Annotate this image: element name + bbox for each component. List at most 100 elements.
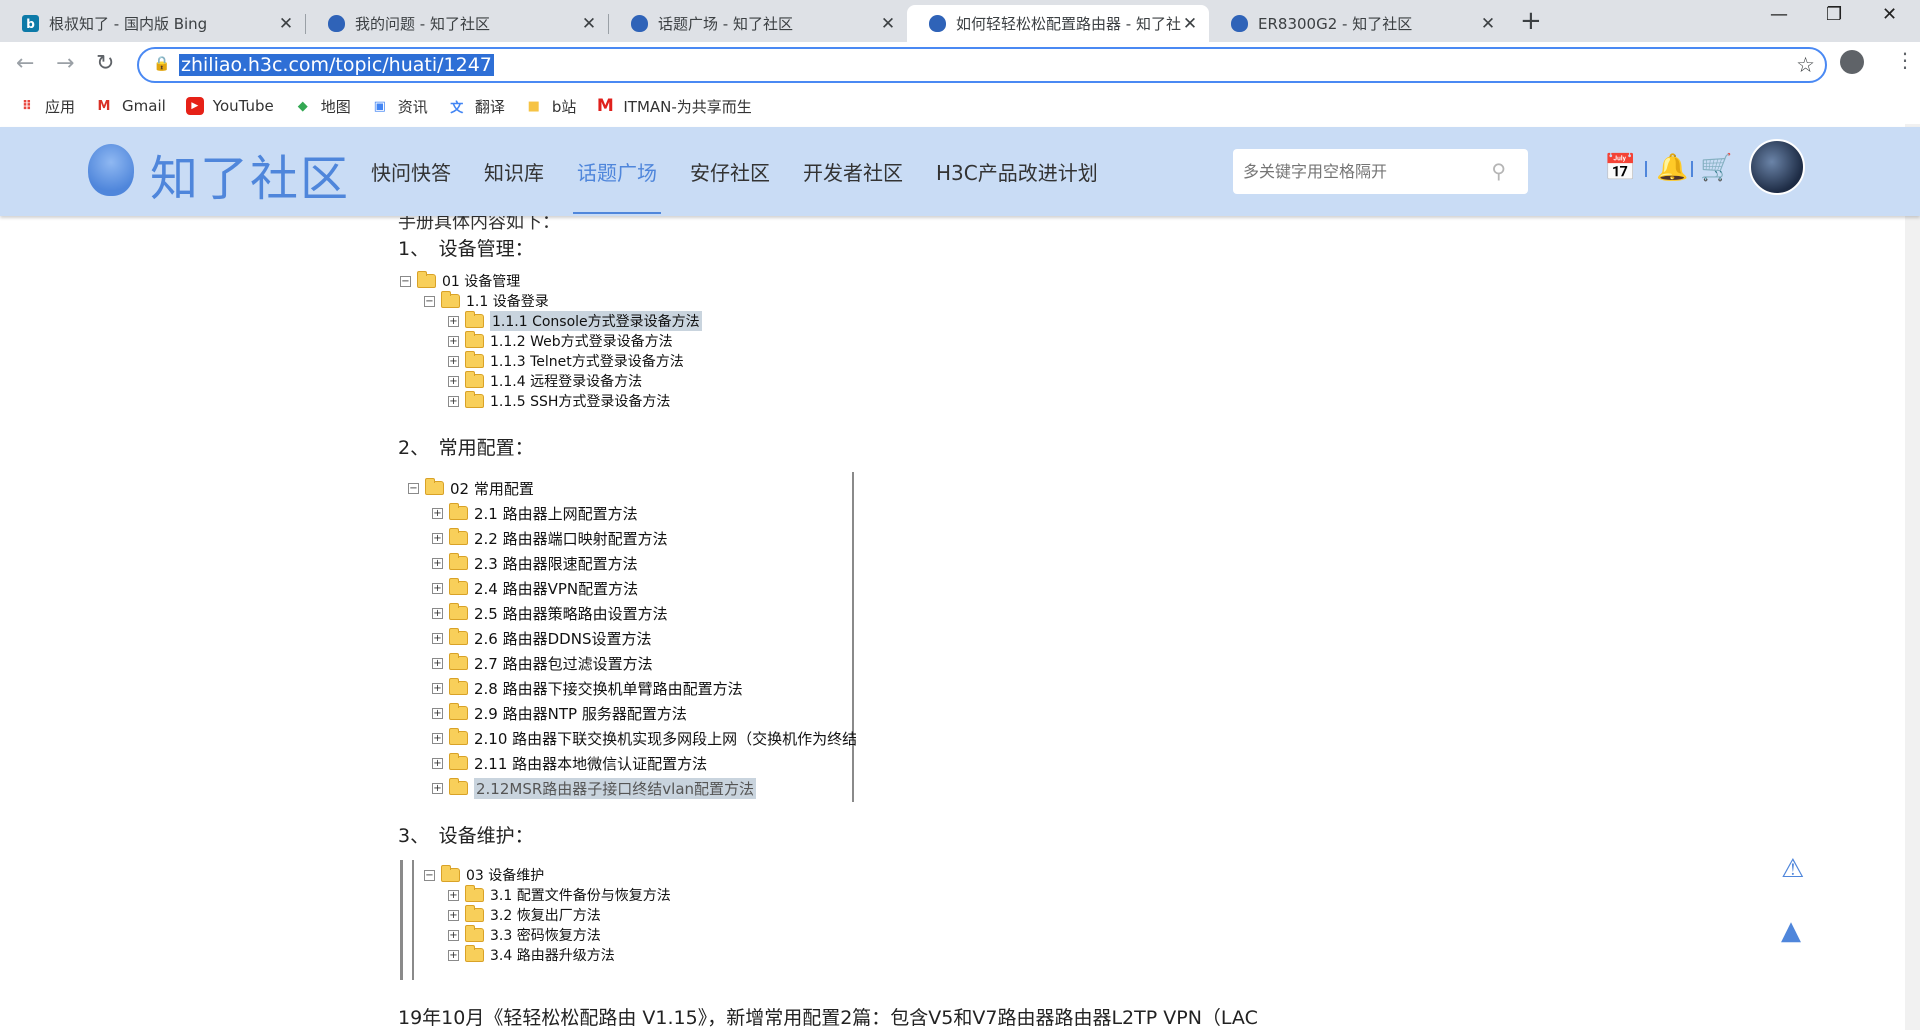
translate-icon: 文 [450, 100, 464, 116]
maps-icon: ◆ [297, 98, 308, 114]
calendar-check-icon[interactable]: 📅 [1604, 153, 1636, 183]
close-tab-icon[interactable]: ✕ [580, 14, 598, 34]
expand-icon: + [432, 582, 443, 594]
bookmark-label: 翻译 [474, 97, 505, 116]
tree-node: 2.6 路由器DDNS设置方法 [474, 629, 652, 648]
folder-icon [449, 603, 468, 620]
bookmark-itman[interactable]: M ITMAN-为共享而生 [596, 96, 752, 117]
expand-icon: + [448, 375, 459, 387]
user-avatar[interactable] [1749, 139, 1805, 195]
tree-node: 3.1 配置文件备份与恢复方法 [490, 888, 671, 904]
expand-icon: + [432, 507, 443, 519]
browser-tab-active[interactable]: 如何轻轻松松配置路由器 - 知了社 ✕ [907, 5, 1209, 42]
browser-tab[interactable]: 话题广场 - 知了社区 ✕ [609, 5, 907, 42]
back-icon[interactable]: ← [16, 51, 34, 76]
article-paragraph: 19年10月《轻轻松松配路由 V1.15》，新增常用配置2篇：包含V5和V7路由… [398, 1007, 1258, 1029]
folder-icon [465, 391, 484, 408]
expand-icon: + [448, 335, 459, 347]
image-border [412, 860, 414, 980]
browser-tab[interactable]: b 根叔知了 - 国内版 Bing ✕ [0, 5, 305, 42]
bookmark-translate[interactable]: 文 翻译 [448, 96, 505, 117]
folder-icon [465, 905, 484, 922]
bell-icon[interactable]: 🔔 [1656, 153, 1688, 183]
folder-icon [449, 628, 468, 645]
tab-title: 我的问题 - 知了社区 [355, 15, 490, 33]
tree-image-device-management: −01 设备管理 −1.1 设备登录 +1.1.1 Console方式登录设备方… [400, 271, 720, 426]
expand-icon: + [432, 757, 443, 769]
close-tab-icon[interactable]: ✕ [1181, 14, 1199, 34]
minimize-icon[interactable]: — [1770, 4, 1788, 25]
intro-text: 手册具体内容如下： [398, 216, 560, 233]
bookmark-label: 地图 [320, 97, 351, 116]
nav-item-developer-community[interactable]: 开发者社区 [803, 157, 903, 214]
bookmark-news[interactable]: ▣ 资讯 [371, 96, 428, 117]
new-tab-icon[interactable]: + [1520, 6, 1542, 36]
cart-icon[interactable]: 🛒 [1700, 153, 1732, 183]
nav-item-knowledge-base[interactable]: 知识库 [484, 157, 544, 214]
search-icon[interactable]: ⚲ [1491, 159, 1506, 183]
tree-node: 1.1 设备登录 [466, 294, 549, 310]
browser-menu-icon[interactable]: ⋮ [1895, 48, 1915, 72]
h3c-icon [328, 15, 345, 32]
feedback-icon[interactable]: ⚠ [1781, 854, 1804, 884]
forward-icon[interactable]: → [56, 51, 74, 76]
close-tab-icon[interactable]: ✕ [1479, 14, 1497, 34]
page-scrollbar[interactable] [1905, 124, 1920, 1030]
bookmark-label: Gmail [122, 97, 166, 115]
search-input[interactable] [1233, 149, 1463, 194]
nav-item-quick-qa[interactable]: 快问快答 [371, 157, 451, 214]
tree-node: 1.1.1 Console方式登录设备方法 [490, 311, 702, 331]
nav-item-h3c-improvement[interactable]: H3C产品改进计划 [936, 157, 1098, 214]
collapse-icon: − [408, 482, 419, 494]
folder-icon [465, 311, 484, 328]
cicada-logo-icon[interactable] [88, 144, 134, 196]
back-to-top-icon[interactable]: ▲ [1781, 916, 1801, 946]
expand-icon: + [448, 395, 459, 407]
tab-title: 话题广场 - 知了社区 [658, 15, 793, 33]
nav-item-anzai-community[interactable]: 安仔社区 [690, 157, 770, 214]
site-logo-text[interactable]: 知了社区 [150, 139, 350, 209]
expand-icon: + [448, 909, 459, 921]
bookmark-apps[interactable]: ⠿ 应用 [18, 96, 75, 117]
bookmark-label: YouTube [212, 97, 274, 115]
expand-icon: + [448, 355, 459, 367]
bookmark-star-icon[interactable]: ☆ [1796, 53, 1815, 77]
tree-node: 2.9 路由器NTP 服务器配置方法 [474, 704, 687, 723]
bookmarks-bar: ⠿ 应用 M Gmail ▶ YouTube ◆ 地图 ▣ 资讯 文 翻译 ■ … [0, 88, 1920, 124]
h3c-icon [1231, 15, 1248, 32]
restore-icon[interactable]: ❐ [1826, 4, 1842, 25]
expand-icon: + [448, 315, 459, 327]
close-tab-icon[interactable]: ✕ [879, 14, 897, 34]
main-nav: 快问快答 知识库 话题广场 安仔社区 开发者社区 H3C产品改进计划 [371, 157, 1131, 214]
h3c-icon [929, 15, 946, 32]
expand-icon: + [432, 657, 443, 669]
tree-image-device-maintenance: − 03 设备维护 +3.1 配置文件备份与恢复方法 +3.2 恢复出厂方法 +3… [400, 860, 720, 980]
tree-node: 3.4 路由器升级方法 [490, 948, 615, 964]
address-bar[interactable]: 🔒 zhiliao.h3c.com/topic/huati/1247 ☆ [137, 47, 1827, 83]
tree-node: 01 设备管理 [442, 274, 521, 290]
bookmark-gmail[interactable]: M Gmail [95, 97, 166, 115]
site-header: 知了社区 快问快答 知识库 话题广场 安仔社区 开发者社区 H3C产品改进计划 … [0, 127, 1920, 216]
bookmark-youtube[interactable]: ▶ YouTube [185, 97, 274, 115]
tree-node: 2.7 路由器包过滤设置方法 [474, 654, 653, 673]
tree-node: 2.5 路由器策略路由设置方法 [474, 604, 668, 623]
browser-tab[interactable]: ER8300G2 - 知了社区 ✕ [1209, 5, 1507, 42]
tree-node: 2.2 路由器端口映射配置方法 [474, 529, 668, 548]
itman-icon: M [596, 96, 614, 116]
browser-tab[interactable]: 我的问题 - 知了社区 ✕ [306, 5, 608, 42]
close-tab-icon[interactable]: ✕ [277, 14, 295, 34]
folder-icon [449, 778, 468, 795]
tree-node: 2.1 路由器上网配置方法 [474, 504, 638, 523]
bookmark-maps[interactable]: ◆ 地图 [294, 96, 351, 117]
nav-item-topic-square[interactable]: 话题广场 [573, 157, 661, 214]
tree-node: 2.12MSR路由器子接口终结vlan配置方法 [474, 777, 757, 799]
profile-icon[interactable] [1840, 50, 1864, 74]
folder-icon [441, 291, 460, 308]
close-window-icon[interactable]: ✕ [1882, 4, 1897, 25]
tree-node: 1.1.2 Web方式登录设备方法 [490, 334, 673, 350]
url-text[interactable]: zhiliao.h3c.com/topic/huati/1247 [179, 54, 494, 76]
reload-icon[interactable]: ↻ [96, 51, 114, 76]
bookmark-bilibili-folder[interactable]: ■ b站 [525, 96, 577, 117]
folder-icon [441, 865, 460, 882]
expand-icon: + [448, 949, 459, 961]
